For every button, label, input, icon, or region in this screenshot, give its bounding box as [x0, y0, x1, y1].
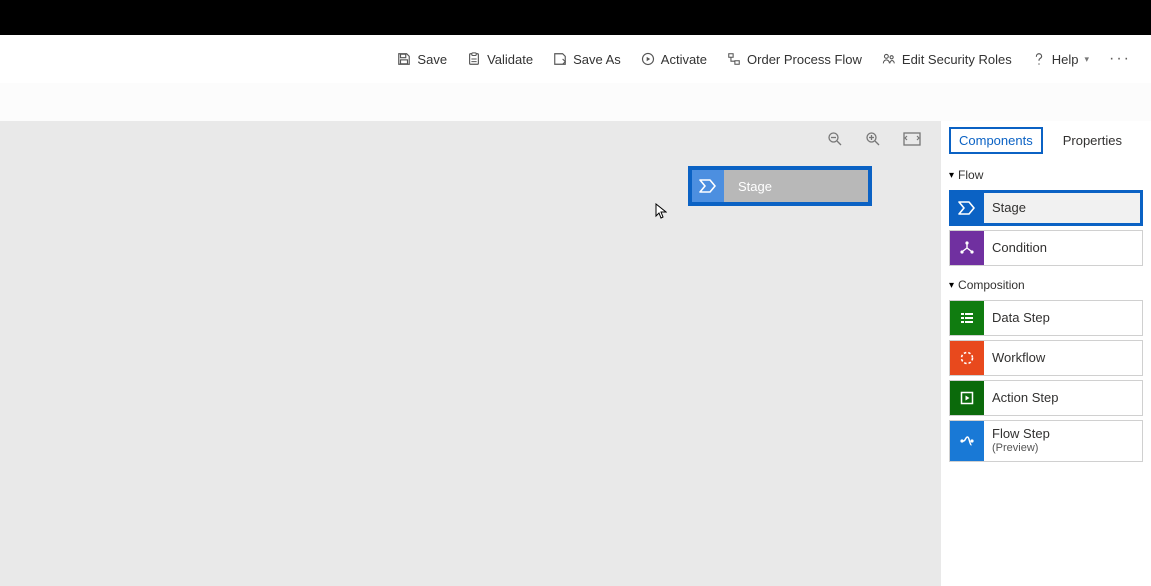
- stage-icon: [692, 170, 724, 202]
- panel-tabs: Components Properties: [941, 121, 1151, 160]
- tile-workflow[interactable]: Workflow: [949, 340, 1143, 376]
- collapse-icon: ▾: [949, 280, 954, 291]
- tile-actionstep[interactable]: Action Step: [949, 380, 1143, 416]
- collapse-icon: ▾: [949, 170, 954, 181]
- save-icon: [397, 52, 411, 66]
- list-icon: [950, 301, 984, 335]
- tile-stage[interactable]: Stage: [949, 190, 1143, 226]
- tile-workflow-label: Workflow: [984, 351, 1045, 366]
- right-panel: Components Properties ▾ Flow Stage Condi…: [941, 121, 1151, 586]
- tile-actionstep-label: Action Step: [984, 391, 1059, 406]
- flowstep-icon: [950, 421, 984, 461]
- tile-flowstep[interactable]: Flow Step (Preview): [949, 420, 1143, 462]
- stage-icon: [950, 191, 984, 225]
- play-circle-icon: [641, 52, 655, 66]
- tile-condition-label: Condition: [984, 241, 1047, 256]
- dragged-stage-tile[interactable]: Stage: [688, 166, 872, 206]
- tab-components[interactable]: Components: [949, 127, 1043, 154]
- tile-datastep-label: Data Step: [984, 311, 1050, 326]
- chevron-down-icon: ▾: [1084, 54, 1089, 65]
- group-flow[interactable]: ▾ Flow: [941, 160, 1151, 186]
- tab-properties[interactable]: Properties: [1055, 129, 1130, 152]
- save-button[interactable]: Save: [387, 46, 457, 73]
- help-label: Help: [1052, 52, 1079, 67]
- gear-dashed-icon: [950, 341, 984, 375]
- branch-icon: [950, 231, 984, 265]
- process-label: Order Process Flow: [747, 52, 862, 67]
- group-composition[interactable]: ▾ Composition: [941, 270, 1151, 296]
- zoom-out-button[interactable]: [827, 131, 843, 147]
- cursor-icon: [655, 203, 667, 219]
- dragged-stage-label: Stage: [724, 179, 772, 194]
- zoom-controls: [827, 131, 921, 147]
- group-flow-label: Flow: [958, 168, 983, 182]
- title-bar-black: [0, 0, 1151, 35]
- activate-button[interactable]: Activate: [631, 46, 717, 73]
- save-label: Save: [417, 52, 447, 67]
- fit-screen-button[interactable]: [903, 132, 921, 146]
- tile-flowstep-label: Flow Step (Preview): [984, 427, 1050, 455]
- canvas[interactable]: Stage: [0, 121, 941, 586]
- saveas-icon: [553, 52, 567, 66]
- flow-icon: [727, 52, 741, 66]
- activate-label: Activate: [661, 52, 707, 67]
- people-icon: [882, 52, 896, 66]
- security-label: Edit Security Roles: [902, 52, 1012, 67]
- tile-datastep[interactable]: Data Step: [949, 300, 1143, 336]
- tile-condition[interactable]: Condition: [949, 230, 1143, 266]
- zoom-in-button[interactable]: [865, 131, 881, 147]
- validate-label: Validate: [487, 52, 533, 67]
- process-button[interactable]: Order Process Flow: [717, 46, 872, 73]
- tile-stage-label: Stage: [984, 201, 1026, 216]
- group-composition-label: Composition: [958, 278, 1025, 292]
- clipboard-icon: [467, 52, 481, 66]
- validate-button[interactable]: Validate: [457, 46, 543, 73]
- saveas-button[interactable]: Save As: [543, 46, 631, 73]
- help-icon: [1032, 52, 1046, 66]
- security-button[interactable]: Edit Security Roles: [872, 46, 1022, 73]
- sub-command-bar: [0, 83, 1151, 121]
- play-square-icon: [950, 381, 984, 415]
- more-button[interactable]: ···: [1099, 44, 1141, 74]
- command-bar: Save Validate Save As Activate Order Pro…: [0, 35, 1151, 83]
- help-button[interactable]: Help ▾: [1022, 46, 1099, 73]
- saveas-label: Save As: [573, 52, 621, 67]
